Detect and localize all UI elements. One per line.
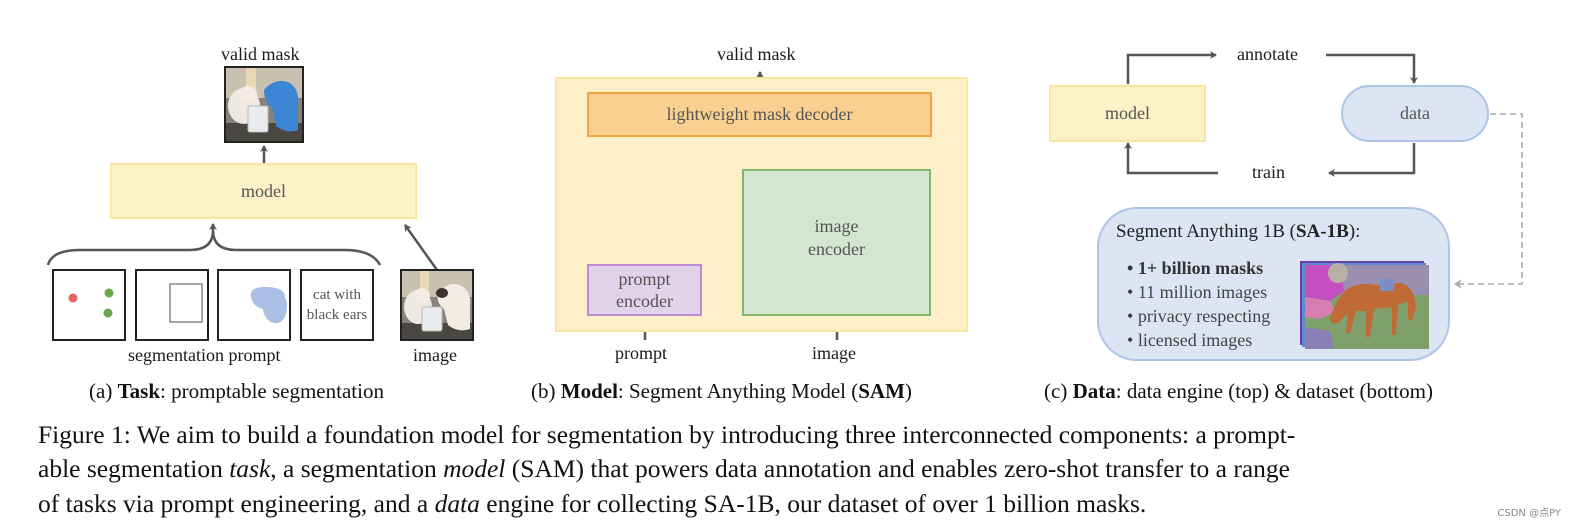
caption-line-2-b: , a segmentation (270, 454, 444, 483)
cat-mask-photo-icon (226, 68, 302, 141)
caption-line-2: able segmentation task, a segmentation m… (38, 452, 1290, 486)
caption-line-2-a: able segmentation (38, 454, 230, 483)
watermark: CSDN @点PY (1497, 508, 1561, 519)
bullet-item: licensed images (1127, 328, 1270, 352)
arrow-train-left (1124, 142, 1218, 175)
subcaption-b: (b) Model: Segment Anything Model (SAM) (531, 379, 912, 404)
engine-data-label: data (1400, 103, 1430, 123)
valid-mask-image (224, 66, 304, 143)
arrow-annotate-right (1326, 53, 1418, 84)
dataset-box: Segment Anything 1B (SA-1B): 1+ billion … (1097, 207, 1450, 361)
caption-line-3-a: of tasks via prompt engineering, and a (38, 489, 435, 518)
dataset-title: Segment Anything 1B (SA-1B): (1116, 221, 1360, 243)
prompt-encoder-label-1: prompt (618, 269, 671, 289)
engine-model-box: model (1049, 85, 1206, 142)
subcaption-b-prefix: (b) (531, 379, 561, 403)
annotate-label: annotate (1237, 44, 1298, 64)
cat-photo-icon (402, 271, 472, 339)
bullet-item: privacy respecting (1127, 304, 1270, 328)
prompt-box (135, 269, 209, 341)
train-label: train (1252, 162, 1285, 182)
mask-decoder-label: lightweight mask decoder (666, 104, 853, 124)
prompt-encoder-box: prompt encoder (587, 264, 702, 316)
box-prompt-icon (169, 283, 203, 323)
text-prompt-line-1: cat with (313, 287, 361, 303)
bullet-item: 1+ billion masks (1127, 256, 1270, 280)
image-encoder-label-2: encoder (808, 239, 865, 259)
subcaption-b-mid: : Segment Anything Model ( (617, 379, 859, 403)
subcaption-b-end: ) (904, 379, 912, 403)
subcaption-c-prefix: (c) (1044, 379, 1073, 403)
segmented-horse-image-icon (1300, 261, 1429, 349)
dataset-title-suffix: ): (1348, 221, 1361, 242)
subcaption-a: (a) Task: promptable segmentation (89, 379, 384, 404)
model-box: model (110, 163, 417, 219)
subcaption-b-bold: Model (560, 379, 618, 403)
bullet-item: 11 million images (1127, 280, 1270, 304)
dataset-title-prefix: Segment Anything 1B ( (1116, 221, 1296, 242)
dataset-title-bold: SA-1B (1295, 221, 1349, 242)
caption-line-3-b: engine for collecting SA-1B, our dataset… (479, 489, 1147, 518)
caption-line-1: Figure 1: We aim to build a foundation m… (38, 420, 1296, 449)
valid-mask-label-b: valid mask (717, 44, 796, 64)
points-prompt-icon (68, 288, 114, 318)
input-image (400, 269, 474, 341)
caption-data-emphasis: data (434, 489, 480, 518)
arrow-train-right (1328, 143, 1416, 177)
valid-mask-label: valid mask (221, 44, 300, 64)
subcaption-b-bold2: SAM (858, 379, 905, 403)
arrow-image-to-model (403, 224, 439, 271)
subcaption-c-bold: Data (1072, 379, 1116, 403)
caption-line-2-c: (SAM) that powers data annotation and en… (505, 454, 1290, 483)
text-prompt-line-2: black ears (306, 307, 368, 323)
engine-data-box: data (1341, 85, 1489, 142)
segmentation-prompt-label: segmentation prompt (128, 345, 281, 365)
mask-decoder-box: lightweight mask decoder (587, 92, 932, 137)
image-input-label: image (812, 343, 856, 363)
dataset-bullet-list: 1+ billion masks 11 million images priva… (1127, 256, 1270, 352)
prompt-encoder-label-2: encoder (616, 291, 673, 311)
caption-model-emphasis: model (443, 454, 506, 483)
subcaption-c: (c) Data: data engine (top) & dataset (b… (1044, 379, 1433, 404)
engine-model-label: model (1105, 103, 1150, 123)
model-label: model (241, 180, 286, 201)
subcaption-a-bold: Task (117, 379, 160, 403)
subcaption-a-prefix: (a) (89, 379, 118, 403)
image-encoder-box: image encoder (742, 169, 931, 316)
prompt-points (52, 269, 126, 341)
arrow-annotate-left (1126, 51, 1217, 84)
subcaption-a-rest: : promptable segmentation (160, 379, 384, 403)
subcaption-c-rest: : data engine (top) & dataset (bottom) (1115, 379, 1433, 403)
prompt-text: cat with black ears (300, 269, 374, 341)
caption-line-3: of tasks via prompt engineering, and a d… (38, 487, 1146, 521)
prompt-input-label: prompt (615, 343, 667, 363)
mask-prompt-icon (250, 287, 287, 324)
prompt-mask (217, 269, 291, 341)
image-label: image (413, 345, 457, 365)
caption-task-emphasis: task (229, 454, 271, 483)
image-encoder-label-1: image (814, 216, 859, 236)
